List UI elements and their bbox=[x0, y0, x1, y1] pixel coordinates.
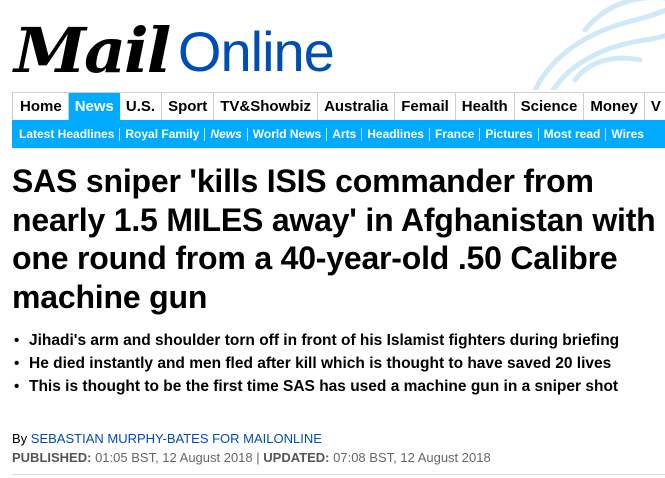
subnav-royal-family[interactable]: Royal Family bbox=[120, 127, 206, 141]
subnav-news[interactable]: News bbox=[205, 127, 248, 141]
nav-tab-tv-showbiz[interactable]: TV&Showbiz bbox=[214, 93, 319, 120]
subnav-world-news[interactable]: World News bbox=[248, 127, 328, 141]
nav-tab-money[interactable]: Money bbox=[584, 93, 645, 120]
bullet-dot-icon: • bbox=[14, 355, 20, 372]
masthead: Mail Online bbox=[0, 0, 665, 90]
date-separator: | bbox=[256, 450, 260, 465]
subnav-arts[interactable]: Arts bbox=[327, 127, 363, 141]
published-value: 01:05 BST, 12 August 2018 bbox=[95, 450, 253, 465]
subnav-wires[interactable]: Wires bbox=[606, 127, 649, 141]
author-link[interactable]: SEBASTIAN MURPHY-BATES FOR MAILONLINE bbox=[31, 431, 322, 446]
subnav-most-read[interactable]: Most read bbox=[539, 127, 607, 141]
logo-online-text: Online bbox=[177, 20, 335, 83]
summary-bullet: • This is thought to be the first time SA… bbox=[12, 376, 662, 398]
nav-tab-u-s[interactable]: U.S. bbox=[120, 93, 163, 120]
updated-value: 07:08 BST, 12 August 2018 bbox=[333, 450, 491, 465]
summary-bullet-text: This is thought to be the first time SAS… bbox=[29, 378, 619, 395]
nav-tab-science[interactable]: Science bbox=[515, 93, 585, 120]
logo-mail-text: Mail bbox=[14, 14, 171, 87]
nav-tab-sport[interactable]: Sport bbox=[162, 93, 215, 120]
article-headline: SAS sniper 'kills ISIS commander from ne… bbox=[12, 163, 656, 315]
nav-tab-v[interactable]: V bbox=[645, 93, 665, 120]
primary-navigation: Home News U.S. Sport TV&Showbiz Australia Fema… bbox=[12, 92, 665, 120]
nav-tab-femail[interactable]: Femail bbox=[395, 93, 456, 120]
summary-bullet-text: Jihadi's arm and shoulder torn off in fr… bbox=[29, 332, 620, 349]
summary-bullet: • Jihadi's arm and shoulder torn off in f… bbox=[12, 330, 662, 352]
nav-tab-australia[interactable]: Australia bbox=[318, 93, 396, 120]
byline-prefix: By bbox=[12, 431, 28, 446]
secondary-navigation: Latest Headlines Royal Family News World Ne… bbox=[12, 120, 665, 148]
summary-bullet: • He died instantly and men fled after ki… bbox=[12, 353, 662, 375]
updated-label: UPDATED: bbox=[263, 450, 330, 465]
nav-tab-home[interactable]: Home bbox=[13, 93, 69, 120]
bullet-dot-icon: • bbox=[14, 378, 20, 395]
nav-tab-news[interactable]: News bbox=[68, 93, 120, 120]
byline: By SEBASTIAN MURPHY-BATES FOR MAILONLINE bbox=[12, 431, 322, 447]
subnav-latest-headlines[interactable]: Latest Headlines bbox=[12, 127, 121, 141]
published-label: PUBLISHED: bbox=[12, 450, 92, 465]
subnav-headlines[interactable]: Headlines bbox=[362, 127, 430, 141]
divider bbox=[12, 474, 665, 475]
subnav-pictures[interactable]: Pictures bbox=[480, 127, 539, 141]
article-summary-bullets: • Jihadi's arm and shoulder torn off in f… bbox=[12, 330, 662, 399]
summary-bullet-text: He died instantly and men fled after kil… bbox=[29, 355, 612, 372]
nav-tab-health[interactable]: Health bbox=[456, 93, 515, 120]
bullet-dot-icon: • bbox=[14, 332, 20, 349]
mailonline-logo[interactable]: Mail Online bbox=[14, 2, 335, 87]
article-dates: PUBLISHED: 01:05 BST, 12 August 2018 | U… bbox=[12, 450, 491, 466]
decorative-swirl-graphic bbox=[532, 0, 665, 90]
subnav-france[interactable]: France bbox=[430, 127, 481, 141]
